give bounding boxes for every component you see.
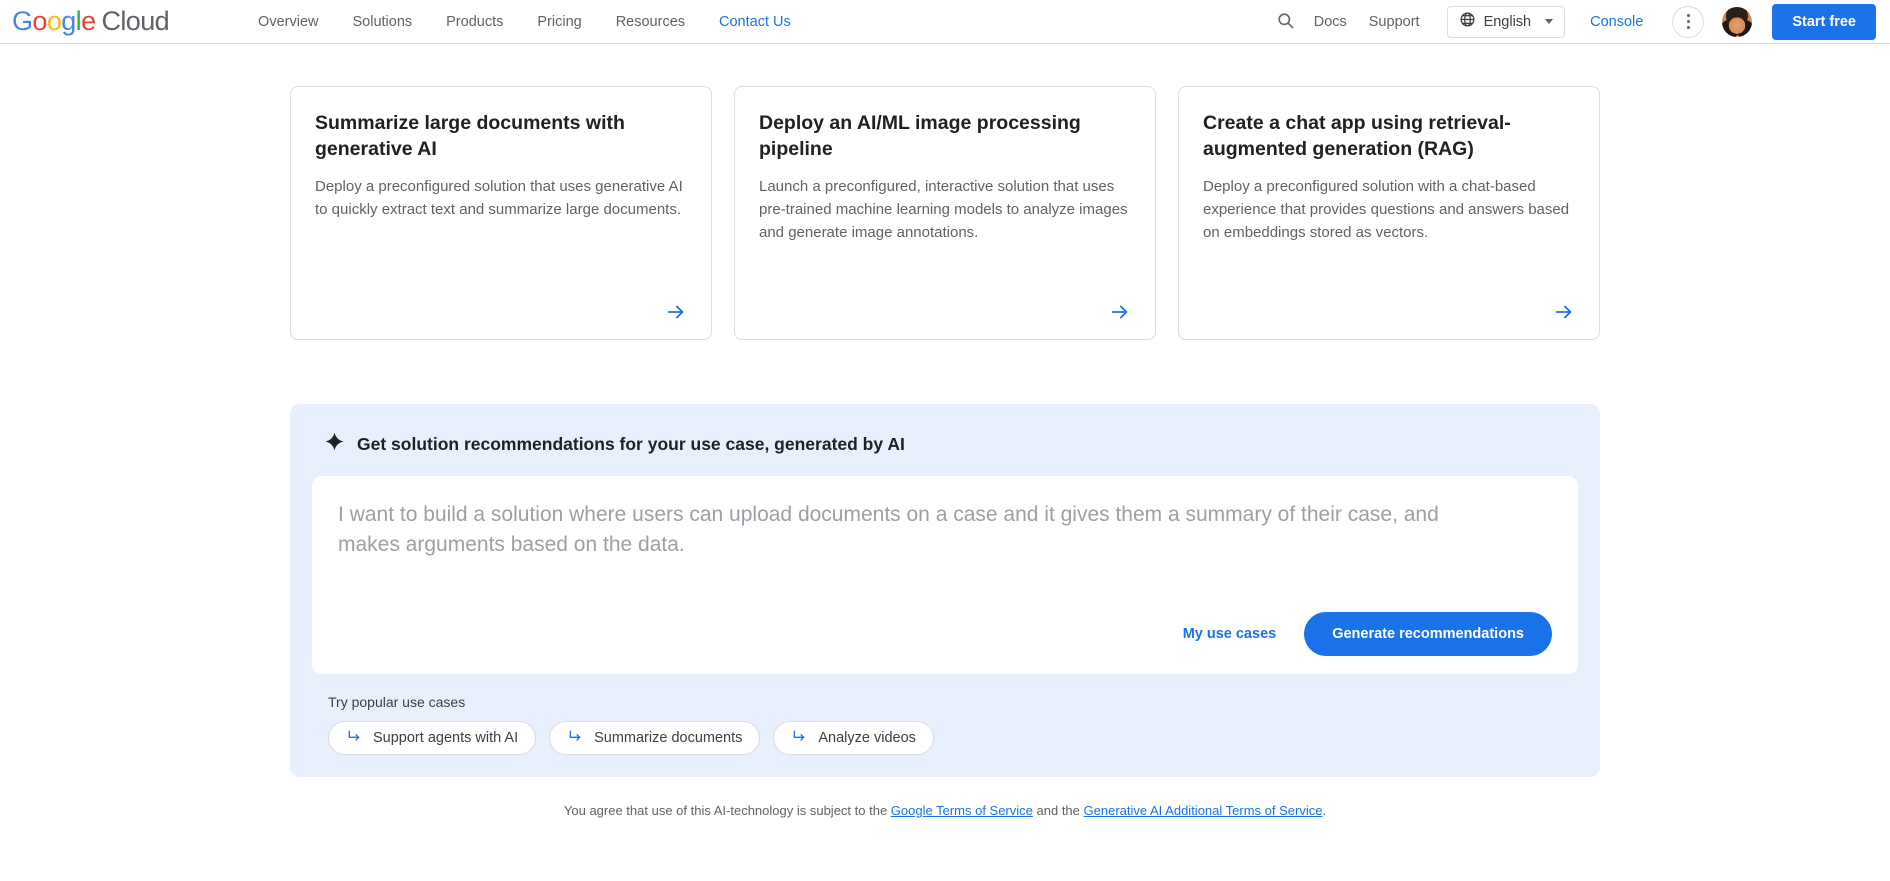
console-link[interactable]: Console	[1579, 14, 1654, 30]
chip-support-agents-with-ai[interactable]: Support agents with AI	[328, 721, 537, 755]
card-title: Summarize large documents with generativ…	[315, 112, 625, 160]
dot	[1686, 20, 1690, 23]
globe-icon	[1459, 11, 1476, 33]
arrow-right-icon[interactable]	[665, 301, 687, 323]
card-description: Deploy a preconfigured solution with a c…	[1203, 177, 1570, 242]
sparkle-icon	[325, 432, 344, 456]
docs-link[interactable]: Docs	[1303, 14, 1358, 30]
google-cloud-logo[interactable]: Google Cloud	[12, 6, 170, 37]
start-free-button[interactable]: Start free	[1772, 3, 1876, 40]
dot	[1686, 26, 1690, 29]
language-selector[interactable]: English	[1446, 5, 1566, 38]
chip-label: Support agents with AI	[373, 730, 519, 746]
chip-label: Summarize documents	[594, 730, 743, 746]
card-description: Deploy a preconfigured solution that use…	[315, 177, 683, 219]
google-terms-link[interactable]: Google Terms of Service	[891, 803, 1033, 818]
card-title: Create a chat app using retrieval-augmen…	[1203, 112, 1511, 160]
ai-panel-actions: My use cases Generate recommendations	[338, 612, 1552, 656]
avatar[interactable]	[1722, 6, 1753, 37]
arrow-right-icon[interactable]	[1553, 301, 1575, 323]
subdirectory-arrow-right-icon	[346, 728, 362, 748]
chevron-down-icon	[1545, 19, 1554, 24]
search-icon	[1276, 11, 1295, 33]
site-header: Google Cloud Overview Solutions Products …	[0, 0, 1890, 44]
card-image-processing-pipeline[interactable]: Deploy an AI/ML image processing pipelin…	[734, 86, 1156, 340]
generate-recommendations-button[interactable]: Generate recommendations	[1304, 612, 1552, 656]
card-rag-chat-app[interactable]: Create a chat app using retrieval-augmen…	[1178, 86, 1600, 340]
disclaimer-suffix: .	[1322, 803, 1327, 818]
header-right-controls: Docs Support English Console Start free	[1269, 3, 1890, 40]
ai-recommendations-panel: Get solution recommendations for your us…	[290, 404, 1600, 777]
subdirectory-arrow-right-icon	[567, 728, 583, 748]
support-link[interactable]: Support	[1358, 14, 1431, 30]
more-vert-icon[interactable]	[1672, 5, 1705, 38]
ai-panel-heading: Get solution recommendations for your us…	[357, 433, 905, 454]
nav-item-products[interactable]: Products	[429, 14, 520, 30]
popular-use-case-chips: Support agents with AI Summarize documen…	[312, 721, 1578, 755]
chip-analyze-videos[interactable]: Analyze videos	[773, 721, 934, 755]
nav-item-resources[interactable]: Resources	[599, 14, 702, 30]
chip-summarize-documents[interactable]: Summarize documents	[549, 721, 761, 755]
language-label: English	[1483, 13, 1532, 30]
card-description: Launch a preconfigured, interactive solu…	[759, 177, 1128, 242]
subdirectory-arrow-right-icon	[791, 728, 807, 748]
card-title: Deploy an AI/ML image processing pipelin…	[759, 112, 1081, 160]
ai-terms-disclaimer: You agree that use of this AI-technology…	[290, 803, 1600, 818]
disclaimer-prefix: You agree that use of this AI-technology…	[563, 803, 891, 818]
popular-use-cases-label: Try popular use cases	[328, 694, 466, 710]
use-case-input[interactable]: I want to build a solution where users c…	[312, 476, 1578, 674]
logo-cloud-word: Cloud	[101, 6, 170, 36]
use-case-input-placeholder: I want to build a solution where users c…	[338, 503, 1439, 557]
page-content: Summarize large documents with generativ…	[0, 44, 1890, 818]
ai-panel-header: Get solution recommendations for your us…	[312, 428, 1578, 476]
main-nav: Overview Solutions Products Pricing Reso…	[241, 14, 808, 30]
nav-item-solutions[interactable]: Solutions	[335, 14, 429, 30]
card-summarize-documents[interactable]: Summarize large documents with generativ…	[290, 86, 712, 340]
my-use-cases-button[interactable]: My use cases	[1181, 620, 1279, 648]
nav-item-overview[interactable]: Overview	[241, 14, 335, 30]
generative-ai-terms-link[interactable]: Generative AI Additional Terms of Servic…	[1084, 803, 1323, 818]
arrow-right-icon[interactable]	[1109, 301, 1131, 323]
chip-label: Analyze videos	[818, 730, 916, 746]
content-wrapper: Summarize large documents with generativ…	[290, 86, 1600, 818]
nav-item-pricing[interactable]: Pricing	[520, 14, 598, 30]
nav-item-contact-us[interactable]: Contact Us	[702, 14, 808, 30]
solution-cards: Summarize large documents with generativ…	[290, 86, 1600, 340]
dot	[1686, 14, 1690, 17]
search-button[interactable]	[1269, 5, 1303, 39]
disclaimer-middle: and the	[1032, 803, 1084, 818]
